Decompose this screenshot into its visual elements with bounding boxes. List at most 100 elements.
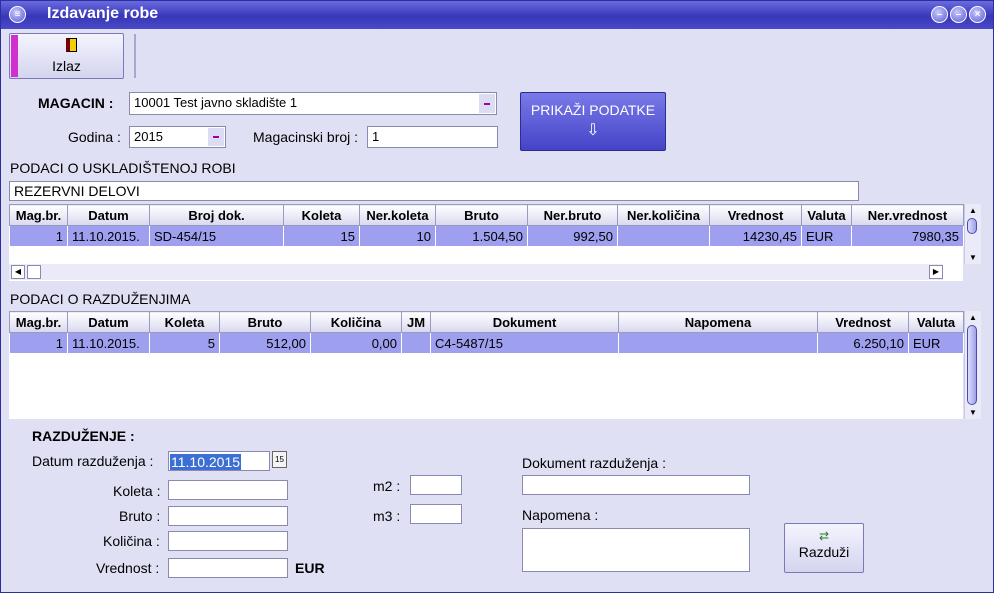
scroll-up-icon[interactable]: ▲ [969,313,977,322]
discharges-vertical-scrollbar[interactable]: ▲ ▼ [964,311,981,419]
column-header[interactable]: Vrednost [709,204,802,226]
table-cell: 10 [359,225,436,247]
scroll-down-icon[interactable]: ▼ [969,408,977,417]
discharge-icon: ⇄ [818,529,830,543]
discharges-scroll-thumb[interactable] [967,325,977,405]
restore-icon[interactable]: – [950,6,967,23]
table-cell: 1 [9,332,68,354]
magacin-dropdown-button[interactable] [479,94,495,113]
magbroj-label: Magacinski broj : [253,129,359,145]
date-label: Datum razduženja : [32,453,154,469]
date-input[interactable]: 11.10.2015 [168,451,270,471]
m2-input[interactable] [410,475,462,495]
column-header[interactable]: Napomena [618,311,818,333]
magacin-label: MAGACIN : [38,95,114,111]
exit-button-label: Izlaz [52,58,81,74]
column-header[interactable]: Količina [310,311,402,333]
table-cell: 6.250,10 [817,332,909,354]
scroll-down-icon[interactable]: ▼ [969,253,977,262]
bruto-input[interactable] [168,506,288,526]
category-field[interactable]: REZERVNI DELOVI [9,181,859,201]
stored-section-title: PODACI O USKLADIŠTENOJ ROBI [10,160,236,176]
table-row[interactable]: 1 11.10.2015. 5 512,00 0,00 C4-5487/15 6… [9,332,964,354]
magacin-select[interactable]: 10001 Test javno skladište 1 [129,92,497,115]
koleta-input[interactable] [168,480,288,500]
table-cell: 0,00 [310,332,402,354]
table-cell: EUR [801,225,852,247]
table-cell [618,332,818,354]
table-cell: 14230,45 [709,225,802,247]
form-title: RAZDUŽENJE : [32,428,135,444]
kolicina-label: Količina : [103,533,160,549]
column-header[interactable]: Koleta [283,204,360,226]
kolicina-input[interactable] [168,531,288,551]
column-header[interactable]: Mag.br. [9,311,68,333]
column-header[interactable]: Bruto [219,311,311,333]
column-header[interactable]: Dokument [430,311,619,333]
discharges-header-row: Mag.br. Datum Koleta Bruto Količina JM D… [9,311,964,333]
door-exit-icon [66,38,77,52]
table-cell: 15 [283,225,360,247]
column-header[interactable]: Datum [67,204,150,226]
system-menu-icon[interactable]: ≡ [9,6,26,23]
vrednost-label: Vrednost : [96,560,160,576]
note-label: Napomena : [522,507,599,523]
godina-select-value: 2015 [134,129,163,144]
column-header[interactable]: Datum [67,311,150,333]
stored-horizontal-scrollbar[interactable]: ◀ ▶ [9,264,943,280]
discharges-section-title: PODACI O RAZDUŽENJIMA [10,291,191,307]
discharge-button-label: Razduži [798,544,850,560]
horizontal-scroll-thumb[interactable] [27,265,41,279]
table-cell: 512,00 [219,332,311,354]
column-header[interactable]: JM [401,311,431,333]
scroll-up-icon[interactable]: ▲ [969,206,977,215]
stored-header-row: Mag.br. Datum Broj dok. Koleta Ner.kolet… [9,204,964,226]
table-cell: 7980,35 [851,225,964,247]
column-header[interactable]: Ner.bruto [527,204,618,226]
table-cell [401,332,431,354]
godina-select[interactable]: 2015 [129,126,226,148]
note-textarea[interactable] [522,528,750,572]
m3-label: m3 : [373,508,401,524]
show-data-button[interactable]: PRIKAŽI PODATKE ⇩ [520,92,666,151]
column-header[interactable]: Mag.br. [9,204,68,226]
scroll-right-icon[interactable]: ▶ [929,265,943,279]
currency-label: EUR [295,560,325,576]
arrow-down-icon: ⇩ [586,122,600,139]
column-header[interactable]: Ner.količina [617,204,710,226]
stored-scroll-thumb[interactable] [967,218,977,234]
column-header[interactable]: Ner.vrednost [851,204,964,226]
column-header[interactable]: Valuta [908,311,964,333]
column-header[interactable]: Bruto [435,204,528,226]
toolbar-separator [134,34,136,78]
column-header[interactable]: Koleta [149,311,220,333]
m2-label: m2 : [373,478,401,494]
m3-input[interactable] [410,504,462,524]
document-label: Dokument razduženja : [522,455,666,471]
discharge-button[interactable]: ⇄ Razduži [784,523,864,573]
exit-button[interactable]: Izlaz [9,33,124,79]
table-cell: EUR [908,332,964,354]
column-header[interactable]: Vrednost [817,311,909,333]
document-input[interactable] [522,475,750,495]
magacin-select-value: 10001 Test javno skladište 1 [134,95,298,110]
title-bar: ≡ Izdavanje robe – – × [1,1,993,29]
magbroj-input[interactable]: 1 [367,126,498,148]
column-header[interactable]: Valuta [801,204,852,226]
koleta-label: Koleta : [113,483,161,499]
column-header[interactable]: Ner.koleta [359,204,436,226]
stored-vertical-scrollbar[interactable]: ▲ ▼ [964,204,981,264]
table-cell: 11.10.2015. [67,332,150,354]
godina-dropdown-button[interactable] [208,128,224,146]
table-cell: 1.504,50 [435,225,528,247]
column-header[interactable]: Broj dok. [149,204,284,226]
minimize-icon[interactable]: – [931,6,948,23]
scroll-left-icon[interactable]: ◀ [11,265,25,279]
table-cell [617,225,710,247]
date-input-value: 11.10.2015 [170,454,242,470]
vrednost-input[interactable] [168,558,288,578]
calendar-icon[interactable]: 15 [272,451,287,468]
close-icon[interactable]: × [969,6,986,23]
table-row[interactable]: 1 11.10.2015. SD-454/15 15 10 1.504,50 9… [9,225,964,247]
window-title: Izdavanje robe [47,5,159,22]
